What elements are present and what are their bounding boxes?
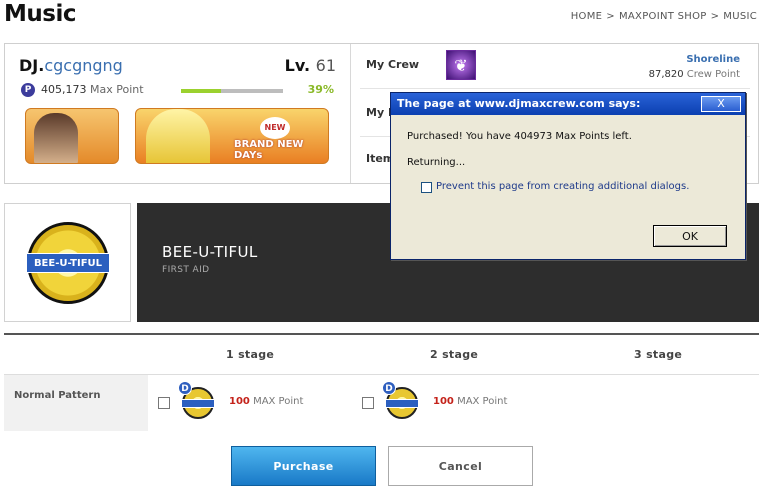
music-shop-page: Music HOME > MAXPOINT SHOP > MUSIC DJ.cgcgng…	[0, 0, 763, 490]
crew-emblem-icon[interactable]: ❦	[446, 50, 476, 80]
dj-name: DJ.cgcgngng	[19, 56, 123, 75]
stage-3-header: 3 stage	[634, 348, 683, 361]
max-points-unit: Max Point	[90, 83, 144, 96]
breadcrumb-separator: >	[710, 11, 720, 22]
banner-new-badge: NEW	[260, 117, 290, 139]
song-artist: FIRST AID	[162, 265, 210, 275]
breadcrumb-maxpoint-shop[interactable]: MAXPOINT SHOP	[619, 11, 707, 22]
dialog-titlebar[interactable]: The page at www.djmaxcrew.com says: X	[391, 93, 745, 115]
song-title: BEE-U-TIFUL	[162, 243, 258, 261]
level-value: 61	[315, 56, 336, 75]
price-amount: 100	[229, 396, 250, 407]
alert-dialog: The page at www.djmaxcrew.com says: X Pu…	[390, 92, 746, 260]
crew-name[interactable]: Shoreline	[686, 54, 740, 65]
dj-prefix: DJ.	[19, 56, 45, 75]
xp-percent: 39%	[307, 83, 334, 96]
max-point-icon: P	[21, 83, 35, 97]
level-label: Lv.	[284, 56, 311, 75]
song-disc-icon: BEE-U-TIFUL	[26, 222, 110, 304]
stage-table: 1 stage 2 stage 3 stage Normal Pattern D…	[4, 333, 759, 431]
price-unit: MAX Point	[457, 396, 508, 407]
song-disc-logo: BEE-U-TIFUL	[26, 253, 110, 273]
prevent-dialogs-label[interactable]: Prevent this page from creating addition…	[436, 181, 689, 192]
prevent-dialogs-checkbox[interactable]	[421, 182, 432, 193]
divider	[360, 88, 750, 89]
dialog-title: The page at www.djmaxcrew.com says:	[397, 97, 641, 110]
stage-1-header: 1 stage	[226, 348, 275, 361]
ok-button[interactable]: OK	[653, 225, 727, 247]
difficulty-badge: D	[382, 381, 396, 395]
breadcrumb-music[interactable]: MUSIC	[723, 11, 757, 22]
normal-pattern-label: Normal Pattern	[4, 375, 148, 431]
breadcrumb: HOME > MAXPOINT SHOP > MUSIC	[569, 11, 759, 22]
stage-2-price: 100 MAX Point	[433, 396, 507, 407]
player-info: DJ.cgcgngng Lv. 61 P 405,173 Max Point 3…	[5, 44, 351, 183]
price-amount: 100	[433, 396, 454, 407]
crew-points-unit: Crew Point	[686, 69, 740, 80]
character-illustration-icon	[146, 109, 210, 163]
price-unit: MAX Point	[253, 396, 304, 407]
dj-nickname[interactable]: cgcgngng	[44, 56, 123, 75]
max-points: 405,173 Max Point	[41, 83, 144, 96]
crew-points-value: 87,820	[648, 69, 684, 80]
close-icon[interactable]: X	[701, 96, 741, 112]
crew-points: 87,820 Crew Point	[649, 69, 740, 80]
player-level: Lv. 61	[285, 56, 336, 75]
stage-2-header: 2 stage	[430, 348, 479, 361]
stage-2-checkbox[interactable]	[362, 397, 374, 409]
xp-progress-bar	[181, 89, 283, 93]
stage-1-price: 100 MAX Point	[229, 396, 303, 407]
character-portrait-icon	[34, 113, 78, 163]
xp-progress-fill	[181, 89, 221, 93]
difficulty-badge: D	[178, 381, 192, 395]
dialog-returning-text: Returning...	[407, 157, 466, 168]
brand-new-days-banner[interactable]: NEW BRAND NEW DAYs	[135, 108, 329, 164]
breadcrumb-separator: >	[606, 11, 615, 22]
breadcrumb-home[interactable]: HOME	[571, 11, 603, 22]
table-row: Normal Pattern D 100 MAX Point D 100 MAX…	[4, 375, 759, 431]
page-title: Music	[4, 1, 76, 27]
purchase-button[interactable]: Purchase	[231, 446, 376, 486]
max-points-value: 405,173	[41, 83, 87, 96]
song-jacket: BEE-U-TIFUL	[4, 203, 131, 322]
cancel-button[interactable]: Cancel	[388, 446, 533, 486]
stage-table-header: 1 stage 2 stage 3 stage	[4, 335, 759, 375]
character-banner[interactable]	[25, 108, 119, 164]
dialog-message: Purchased! You have 404973 Max Points le…	[407, 131, 632, 142]
stage-1-checkbox[interactable]	[158, 397, 170, 409]
my-crew-label: My Crew	[366, 58, 420, 71]
banner-text: BRAND NEW DAYs	[234, 139, 304, 161]
